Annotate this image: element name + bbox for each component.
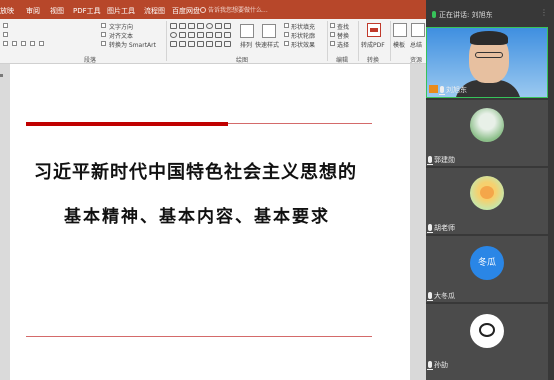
active-speaker-indicator: 正在讲话: 刘旭东 <box>432 10 493 20</box>
mic-icon <box>427 292 433 301</box>
replace-icon <box>330 32 335 37</box>
effects-icon <box>284 41 289 46</box>
meeting-participant-panel: 正在讲话: 刘旭东 ⋮ 刘旭东 郭建勋 胡老师 冬瓜 大冬瓜 孙劼 <box>426 0 554 380</box>
slide-canvas-area: 习近平新时代中国特色社会主义思想的 基本精神、基本内容、基本要求 <box>10 64 426 380</box>
align-center-icon[interactable] <box>12 41 17 46</box>
participant-name: 大冬瓜 <box>434 292 455 300</box>
align-left-icon[interactable] <box>3 41 8 46</box>
quick-styles-button[interactable]: 快速样式 <box>255 40 279 49</box>
text-direction-icon <box>101 23 106 28</box>
tab-picture-tools[interactable]: 图片工具 <box>107 6 135 16</box>
summary-button[interactable]: 总结 <box>410 40 422 49</box>
group-label-drawing: 绘图 <box>236 57 249 64</box>
participant-name-tag: 刘旭东 <box>429 85 467 95</box>
indent-icon[interactable] <box>3 32 8 37</box>
shape-effects-button[interactable]: 形状效果 <box>291 40 315 49</box>
participant-name-tag: 大冬瓜 <box>427 291 455 301</box>
participant-name: 郭建勋 <box>434 156 455 164</box>
template-button[interactable]: 模板 <box>393 40 405 49</box>
tab-review[interactable]: 审阅 <box>26 6 40 16</box>
search-placeholder: 告诉我您想要做什么... <box>208 7 268 14</box>
select-button[interactable]: 选择 <box>337 40 349 49</box>
tell-me-search[interactable]: 告诉我您想要做什么... <box>200 5 320 15</box>
align-text-icon <box>101 32 106 37</box>
participant-tile[interactable]: 胡老师 <box>426 168 548 234</box>
participant-name: 胡老师 <box>434 224 455 232</box>
fill-bucket-icon <box>284 23 289 28</box>
summary-icon <box>411 23 425 37</box>
quick-styles-icon <box>262 24 276 38</box>
group-label-paragraph: 段落 <box>84 57 97 64</box>
title-accent-bar <box>26 122 228 126</box>
arrange-button[interactable]: 排列 <box>240 40 252 49</box>
avatar <box>470 176 504 210</box>
tab-baidu-netdisk[interactable]: 百度网盘 <box>172 6 200 16</box>
template-icon <box>393 23 407 37</box>
mic-icon <box>439 86 445 95</box>
top-rule <box>228 123 372 124</box>
participant-name: 孙劼 <box>434 361 448 369</box>
align-right-icon[interactable] <box>21 41 26 46</box>
align-text-button[interactable]: 对齐文本 <box>109 31 133 40</box>
participant-name-tag: 孙劼 <box>427 360 448 370</box>
speaking-label: 正在讲话: 刘旭东 <box>439 11 493 19</box>
participant-name: 刘旭东 <box>446 86 467 94</box>
participant-name-tag: 胡老师 <box>427 223 455 233</box>
slide-title-line1[interactable]: 习近平新时代中国特色社会主义思想的 <box>34 158 357 184</box>
ribbon-tab-bar: 放映 审阅 视图 PDF工具 图片工具 流程图 百度网盘 告诉我您想要做什么..… <box>0 0 426 19</box>
convert-pdf-button[interactable]: 转成PDF <box>361 40 385 49</box>
distribute-icon[interactable] <box>39 41 44 46</box>
lightbulb-icon <box>200 7 206 13</box>
presenter-icon <box>429 85 438 93</box>
justify-icon[interactable] <box>30 41 35 46</box>
participant-tile[interactable]: 冬瓜 大冬瓜 <box>426 236 548 302</box>
bullets-icon[interactable] <box>3 23 8 28</box>
group-separator <box>358 21 359 61</box>
participant-tile[interactable]: 孙劼 <box>426 304 548 380</box>
mic-icon <box>427 361 433 370</box>
replace-button[interactable]: 替换 <box>337 31 349 40</box>
group-label-editing: 编辑 <box>336 57 349 64</box>
avatar <box>470 108 504 142</box>
tab-flowchart[interactable]: 流程图 <box>144 6 165 16</box>
slide-title-line2[interactable]: 基本精神、基本内容、基本要求 <box>64 202 330 227</box>
find-button[interactable]: 查找 <box>337 22 349 31</box>
shape-fill-button[interactable]: 形状填充 <box>291 22 315 31</box>
group-label-convert: 转换 <box>367 57 380 64</box>
tab-pdf-tools[interactable]: PDF工具 <box>73 6 101 16</box>
arrange-icon <box>240 24 254 38</box>
tab-view[interactable]: 视图 <box>50 6 64 16</box>
ribbon-body: 文字方向 对齐文本 转换为 SmartArt 段落 排列 快速样式 形状填充 形… <box>0 19 426 64</box>
avatar: 冬瓜 <box>470 246 504 280</box>
find-icon <box>330 23 335 28</box>
scroll-marker <box>0 74 3 77</box>
pdf-icon <box>367 23 381 37</box>
participant-name-tag: 郭建勋 <box>427 155 455 165</box>
participant-tile-presenter[interactable]: 刘旭东 <box>426 27 548 98</box>
mic-icon <box>427 156 433 165</box>
group-separator <box>327 21 328 61</box>
speaking-mic-icon <box>432 11 436 18</box>
text-direction-button[interactable]: 文字方向 <box>109 22 133 31</box>
app-window: 放映 审阅 视图 PDF工具 图片工具 流程图 百度网盘 告诉我您想要做什么..… <box>0 0 554 380</box>
group-separator <box>166 21 167 61</box>
convert-smartart-button[interactable]: 转换为 SmartArt <box>109 40 156 49</box>
outline-pen-icon <box>284 32 289 37</box>
group-separator <box>390 21 391 61</box>
slide[interactable]: 习近平新时代中国特色社会主义思想的 基本精神、基本内容、基本要求 <box>10 64 410 380</box>
avatar <box>470 314 504 348</box>
participant-tile[interactable]: 郭建勋 <box>426 100 548 166</box>
bottom-rule <box>26 336 372 337</box>
mic-icon <box>427 224 433 233</box>
thumbnail-pane-edge[interactable] <box>0 64 10 380</box>
tab-slideshow[interactable]: 放映 <box>0 6 14 16</box>
smartart-icon <box>101 41 106 46</box>
shape-outline-button[interactable]: 形状轮廓 <box>291 31 315 40</box>
select-icon <box>330 41 335 46</box>
drag-handle-icon[interactable]: ⋮ <box>540 8 548 18</box>
group-label-resources: 资源 <box>410 57 423 64</box>
